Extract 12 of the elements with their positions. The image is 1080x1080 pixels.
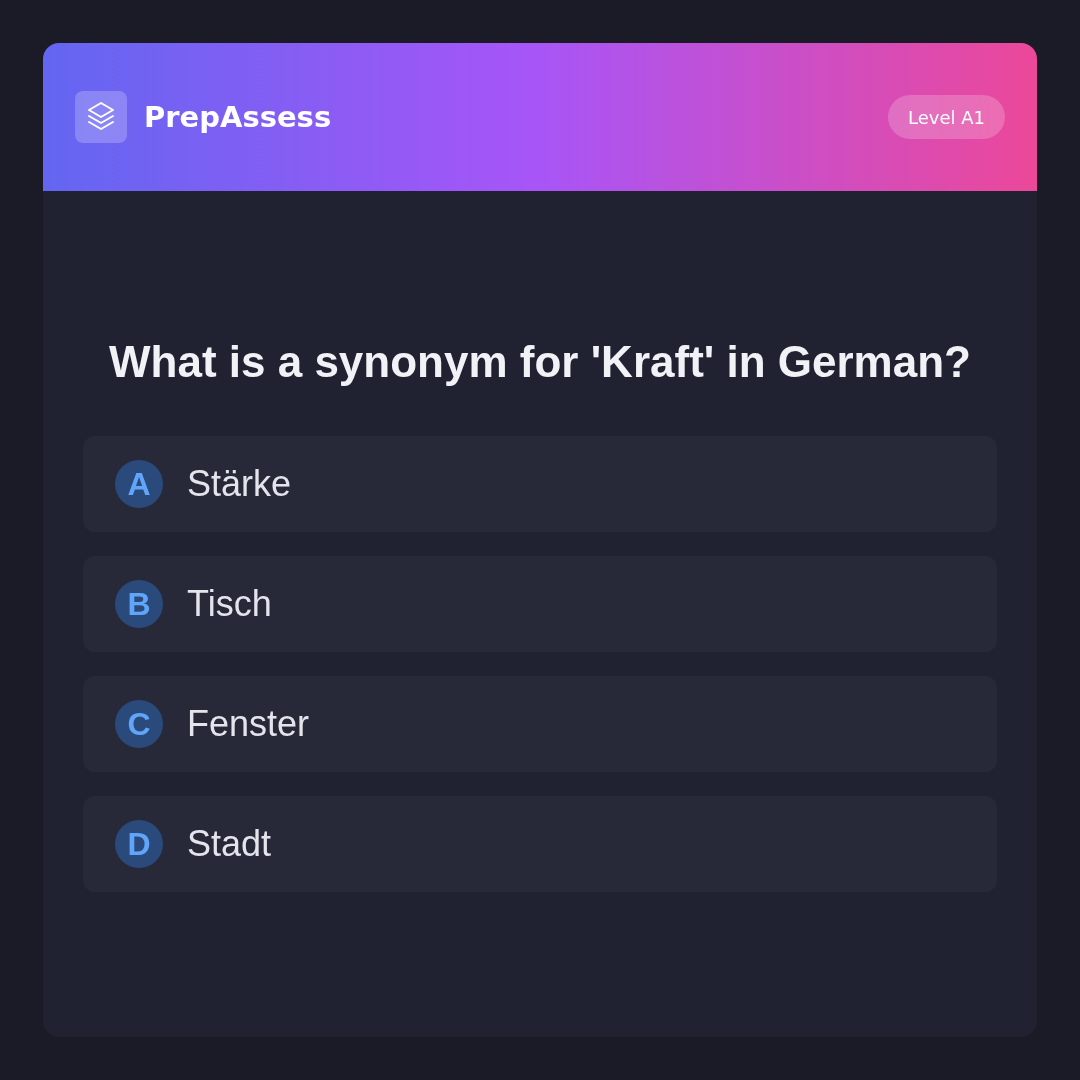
option-letter-badge: A xyxy=(115,460,163,508)
answer-option[interactable]: B Tisch xyxy=(83,556,997,652)
question-text: What is a synonym for 'Kraft' in German? xyxy=(108,336,972,388)
option-letter-badge: C xyxy=(115,700,163,748)
level-badge: Level A1 xyxy=(888,95,1005,139)
answer-option[interactable]: C Fenster xyxy=(83,676,997,772)
answer-option[interactable]: A Stärke xyxy=(83,436,997,532)
brand-name: PrepAssess xyxy=(144,100,332,134)
layers-icon xyxy=(75,91,127,143)
answer-option[interactable]: D Stadt xyxy=(83,796,997,892)
option-letter-badge: B xyxy=(115,580,163,628)
option-letter-badge: D xyxy=(115,820,163,868)
